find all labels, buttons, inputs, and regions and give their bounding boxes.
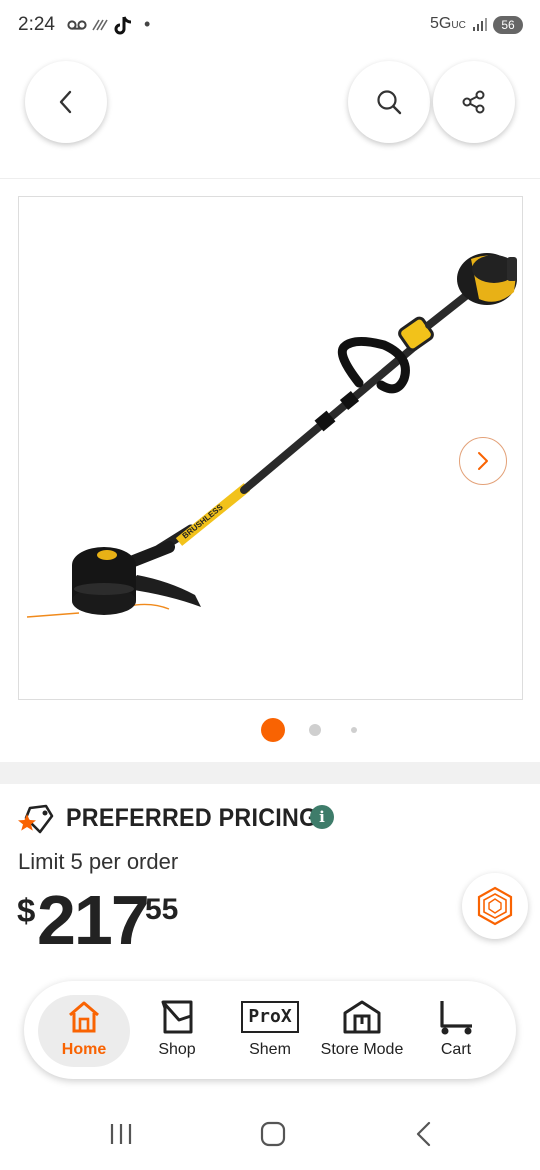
carousel-dot[interactable] <box>351 727 357 733</box>
section-divider <box>0 178 540 179</box>
cart-icon <box>440 1001 472 1035</box>
store-icon <box>343 1000 381 1034</box>
battery-indicator: 56 <box>493 16 523 34</box>
network-type: 5G <box>430 15 452 32</box>
price-tag-star-icon <box>18 804 54 834</box>
bottom-navigation: Home Shop ProX Shem Store Mode Cart <box>24 981 516 1079</box>
network-subtype: UC <box>451 20 466 31</box>
status-dot: • <box>144 14 151 34</box>
price-cents: 55 <box>145 893 179 926</box>
status-bar: 2:24 • 5GUC 56 <box>0 0 540 50</box>
back-button[interactable] <box>25 61 107 143</box>
purchase-limit-text: Limit 5 per order <box>18 849 179 874</box>
home-icon <box>69 1001 99 1033</box>
shop-icon <box>161 1000 193 1034</box>
back-system-icon[interactable] <box>413 1120 435 1148</box>
nav-shop[interactable]: Shop <box>137 981 217 1079</box>
tiktok-icon <box>114 16 132 35</box>
preferred-pricing-label: PREFERRED PRICING <box>66 804 318 832</box>
nav-shem-label: Shem <box>249 1041 291 1058</box>
share-icon <box>462 90 485 114</box>
nav-home-label: Home <box>61 1041 107 1058</box>
carousel-dot[interactable] <box>309 724 321 736</box>
info-icon[interactable]: i <box>310 805 334 829</box>
next-image-button[interactable] <box>459 437 507 485</box>
nav-store-mode-label: Store Mode <box>320 1041 404 1058</box>
recent-apps-icon[interactable] <box>108 1122 136 1146</box>
string-trimmer-product-image: BRUSHLESS <box>26 253 517 618</box>
nav-shop-label: Shop <box>158 1041 196 1058</box>
product-image-frame[interactable]: BRUSHLESS <box>18 196 523 700</box>
chevron-right-icon <box>478 452 488 470</box>
share-button[interactable] <box>433 61 515 143</box>
wifi-call-icon <box>92 19 108 31</box>
shaft-brand-label: BRUSHLESS <box>181 502 226 540</box>
nav-store-mode[interactable]: Store Mode <box>314 981 410 1079</box>
price-currency: $ <box>17 892 36 929</box>
signal-icon <box>473 18 487 31</box>
system-navigation-bar <box>0 1100 540 1170</box>
nav-home[interactable]: Home <box>38 981 130 1079</box>
hexagon-assistant-icon <box>477 886 513 926</box>
nav-cart-label: Cart <box>440 1041 472 1058</box>
home-system-icon[interactable] <box>259 1121 287 1147</box>
assistant-button[interactable] <box>462 873 528 939</box>
status-time: 2:24 <box>18 14 55 35</box>
nav-cart[interactable]: Cart <box>416 981 496 1079</box>
prox-icon: ProX <box>241 1001 299 1033</box>
voicemail-icon <box>67 20 87 30</box>
search-button[interactable] <box>348 61 430 143</box>
search-icon <box>377 90 402 115</box>
price-dollars: 217 <box>37 881 150 959</box>
carousel-dot-active[interactable] <box>261 718 285 742</box>
nav-shem[interactable]: ProX Shem <box>230 981 310 1079</box>
section-separator <box>0 762 540 784</box>
chevron-left-icon <box>59 90 72 114</box>
network-indicator: 5GUC <box>430 15 466 33</box>
